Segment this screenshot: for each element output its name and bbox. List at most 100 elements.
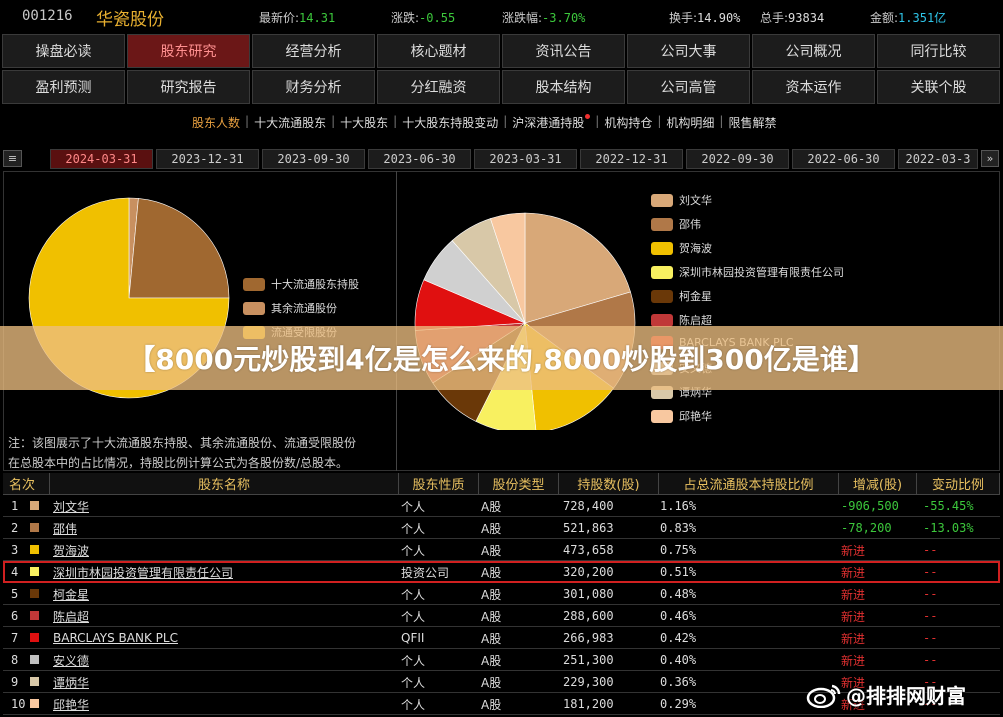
cell-ratio: -- — [923, 587, 938, 601]
nav-tab[interactable]: 操盘必读 — [2, 34, 125, 68]
table-row[interactable]: 6 陈启超 个人 A股 288,600 0.46% 新进 -- — [3, 605, 1000, 627]
cell-type: A股 — [481, 565, 502, 580]
quote-item: 金额:1.351亿 — [870, 9, 946, 26]
headline-text: 【8000元炒股到4亿是怎么来的,8000炒股到300亿是谁】 — [127, 343, 876, 376]
date-tab[interactable]: 2023-09-30 — [262, 149, 365, 169]
weibo-icon — [806, 684, 841, 708]
cell-nature: 个人 — [401, 675, 426, 690]
table-row[interactable]: 8 安义德 个人 A股 251,300 0.40% 新进 -- — [3, 649, 1000, 671]
headline-banner: 【8000元炒股到4亿是怎么来的,8000炒股到300亿是谁】 — [0, 326, 1003, 390]
cell-type: A股 — [481, 697, 502, 712]
table-row[interactable]: 1 刘文华 个人 A股 728,400 1.16% -906,500 -55.45% — [3, 495, 1000, 517]
cell-name[interactable]: 贺海波 — [53, 539, 89, 561]
row-color-swatch — [30, 677, 39, 686]
legend-label: 十大流通股东持股 — [271, 278, 359, 291]
sub-tab[interactable]: 机构持仓 — [604, 114, 652, 131]
cell-name[interactable]: 刘文华 — [53, 495, 89, 517]
cell-shares: 251,300 — [563, 653, 614, 667]
nav-tab[interactable]: 研究报告 — [127, 70, 250, 104]
cell-name[interactable]: 邵伟 — [53, 517, 77, 539]
quote-item: 总手:93834 — [760, 9, 824, 26]
cell-rank: 10 — [11, 697, 26, 711]
nav-tab[interactable]: 资本运作 — [752, 70, 875, 104]
legend-swatch — [651, 241, 673, 255]
sub-tab[interactable]: 沪深港通持股 — [512, 114, 591, 131]
column-header[interactable]: 增减(股) — [839, 473, 917, 495]
nav-tab[interactable]: 核心题材 — [377, 34, 500, 68]
cell-ratio: -- — [923, 609, 938, 623]
nav-tab[interactable]: 分红融资 — [377, 70, 500, 104]
sub-tab[interactable]: 限售解禁 — [728, 114, 776, 131]
cell-pct: 0.40% — [660, 653, 697, 667]
cell-shares: 320,200 — [563, 565, 614, 579]
column-header[interactable]: 变动比例 — [917, 473, 1000, 495]
nav-tab[interactable]: 公司大事 — [627, 34, 750, 68]
cell-nature: 个人 — [401, 587, 426, 602]
nav-tab[interactable]: 资讯公告 — [502, 34, 625, 68]
nav-tab[interactable]: 财务分析 — [252, 70, 375, 104]
cell-rank: 6 — [11, 609, 19, 623]
quote-value: 93834 — [788, 11, 825, 25]
cell-type: A股 — [481, 499, 502, 514]
sub-tab[interactable]: 股东人数 — [192, 114, 240, 131]
cell-name[interactable]: 邱艳华 — [53, 693, 89, 715]
date-tab[interactable]: 2022-09-30 — [686, 149, 789, 169]
sub-tab[interactable]: 十大流通股东 — [254, 114, 326, 131]
nav-tab[interactable]: 股本结构 — [502, 70, 625, 104]
nav-tab[interactable]: 同行比较 — [877, 34, 1000, 68]
column-header[interactable]: 股东性质 — [399, 473, 479, 495]
legend-swatch — [243, 301, 265, 315]
nav-tab[interactable]: 公司概况 — [752, 34, 875, 68]
legend-item: 邵伟 — [651, 216, 701, 232]
date-tab[interactable]: 2022-12-31 — [580, 149, 683, 169]
date-tab[interactable]: 2022-03-3 — [898, 149, 978, 169]
sub-tab[interactable]: 机构明细 — [666, 114, 714, 131]
cell-name[interactable]: 陈启超 — [53, 605, 89, 627]
menu-icon[interactable]: ≡ — [3, 150, 22, 167]
quote-header: 001216 华瓷股份 最新价:14.31 涨跌:-0.55 涨跌幅:-3.70% 换… — [0, 0, 1003, 34]
cell-name[interactable]: 安义德 — [53, 649, 89, 671]
stock-code: 001216 — [22, 8, 73, 24]
cell-name[interactable]: BARCLAYS BANK PLC — [53, 627, 178, 649]
table-row[interactable]: 3 贺海波 个人 A股 473,658 0.75% 新进 -- — [3, 539, 1000, 561]
nav-tab[interactable]: 经营分析 — [252, 34, 375, 68]
cell-pct: 1.16% — [660, 499, 697, 513]
cell-name[interactable]: 深圳市林园投资管理有限责任公司 — [53, 561, 233, 583]
date-tab[interactable]: 2023-03-31 — [474, 149, 577, 169]
nav-tab[interactable]: 公司高管 — [627, 70, 750, 104]
table-row[interactable]: 7 BARCLAYS BANK PLC QFII A股 266,983 0.42% 新进 -- — [3, 627, 1000, 649]
date-tab[interactable]: 2023-06-30 — [368, 149, 471, 169]
table-row[interactable]: 5 柯金星 个人 A股 301,080 0.48% 新进 -- — [3, 583, 1000, 605]
cell-pct: 0.29% — [660, 697, 697, 711]
cell-shares: 521,863 — [563, 521, 614, 535]
column-header[interactable]: 股份类型 — [479, 473, 559, 495]
legend-label: 其余流通股份 — [271, 302, 337, 315]
nav-tab[interactable]: 股东研究 — [127, 34, 250, 68]
sub-tab[interactable]: 十大股东 — [340, 114, 388, 131]
sub-tab[interactable]: 十大股东持股变动 — [402, 114, 498, 131]
cell-name[interactable]: 谭炳华 — [53, 671, 89, 693]
cell-change: 新进 — [841, 565, 866, 580]
row-color-swatch — [30, 501, 39, 510]
next-page-icon[interactable]: » — [981, 150, 999, 167]
legend-item: 邱艳华 — [651, 408, 712, 424]
cell-change: 新进 — [841, 587, 866, 602]
date-tab[interactable]: 2024-03-31 — [50, 149, 153, 169]
nav-tab[interactable]: 盈利预测 — [2, 70, 125, 104]
column-header[interactable]: 占总流通股本持股比例 — [659, 473, 839, 495]
pie-slice[interactable] — [128, 198, 230, 299]
cell-name[interactable]: 柯金星 — [53, 583, 89, 605]
table-row[interactable]: 2 邵伟 个人 A股 521,863 0.83% -78,200 -13.03% — [3, 517, 1000, 539]
column-header[interactable]: 股东名称 — [50, 473, 399, 495]
date-tab[interactable]: 2023-12-31 — [156, 149, 259, 169]
date-tab[interactable]: 2022-06-30 — [792, 149, 895, 169]
cell-change: 新进 — [841, 631, 866, 646]
legend-label: 邵伟 — [679, 218, 701, 231]
row-color-swatch — [30, 545, 39, 554]
nav-tab[interactable]: 关联个股 — [877, 70, 1000, 104]
column-header[interactable]: 名次 — [3, 473, 50, 495]
chart-note: 注：该图展示了十大流通股东持股、其余流通股份、流通受限股份 在总股本中的占比情况… — [8, 433, 356, 473]
column-header[interactable]: 持股数(股) — [559, 473, 659, 495]
table-row[interactable]: 4 深圳市林园投资管理有限责任公司 投资公司 A股 320,200 0.51% 新进 -- — [3, 561, 1000, 583]
quote-item: 涨跌幅:-3.70% — [502, 9, 585, 26]
